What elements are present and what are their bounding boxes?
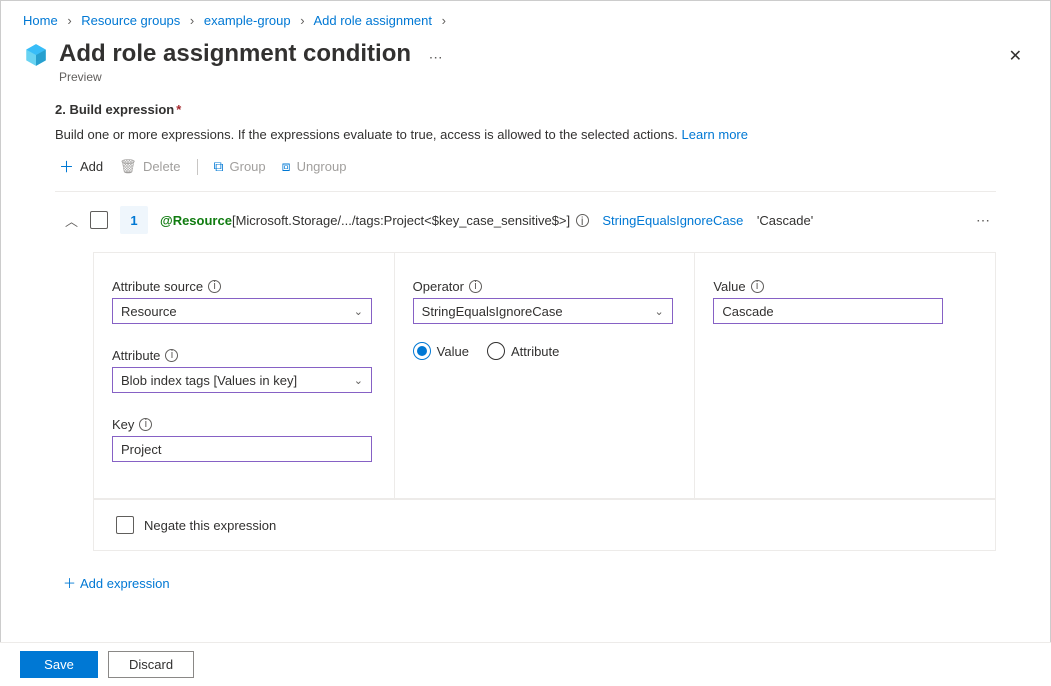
expression-resource-prefix: @Resource: [160, 213, 232, 228]
operator-label-text: Operator: [413, 279, 464, 294]
delete-label: Delete: [143, 159, 181, 174]
expression-editor: Attribute source i Resource ⌄ Attribute …: [93, 252, 996, 499]
expression-resource-path: [Microsoft.Storage/.../tags:Project<$key…: [232, 213, 570, 228]
negate-label: Negate this expression: [144, 518, 276, 533]
group-button[interactable]: ⧉ Group: [214, 158, 266, 175]
close-icon[interactable]: ✕: [1003, 42, 1028, 70]
chevron-down-icon: ⌄: [354, 374, 363, 387]
attribute-label-text: Attribute: [112, 348, 160, 363]
chevron-right-icon: ›: [442, 13, 446, 28]
footer: Save Discard: [0, 642, 1051, 686]
group-label: Group: [230, 159, 266, 174]
chevron-right-icon: ›: [190, 13, 194, 28]
breadcrumb: Home › Resource groups › example-group ›…: [1, 1, 1050, 36]
section-description: Build one or more expressions. If the ex…: [1, 121, 1050, 152]
section-description-text: Build one or more expressions. If the ex…: [55, 127, 678, 142]
radio-attribute[interactable]: Attribute: [487, 342, 559, 360]
expression-row: ︿ 1 @Resource[Microsoft.Storage/.../tags…: [1, 192, 1050, 244]
plus-icon: ＋: [59, 156, 74, 177]
radio-attribute-label: Attribute: [511, 344, 559, 359]
breadcrumb-item-add-role-assignment[interactable]: Add role assignment: [313, 13, 432, 28]
expression-toolbar: ＋ Add 🗑 Delete ⧉ Group ⧈ Ungroup: [1, 152, 1050, 185]
page-subtitle: Preview: [59, 70, 1003, 84]
operator-column: Operator i StringEqualsIgnoreCase ⌄ Valu…: [395, 253, 696, 498]
delete-button[interactable]: 🗑 Delete: [119, 158, 180, 175]
key-input[interactable]: Project: [112, 436, 372, 462]
add-expression-label: Add expression: [80, 576, 170, 591]
radio-value-label: Value: [437, 344, 469, 359]
operator-select[interactable]: StringEqualsIgnoreCase ⌄: [413, 298, 673, 324]
key-label-text: Key: [112, 417, 134, 432]
trash-icon: 🗑: [119, 158, 137, 175]
breadcrumb-item-resource-groups[interactable]: Resource groups: [81, 13, 180, 28]
chevron-down-icon: ⌄: [654, 305, 663, 318]
info-icon[interactable]: i: [208, 280, 221, 293]
attribute-value: Blob index tags [Values in key]: [121, 373, 297, 388]
attribute-label: Attribute i: [112, 348, 376, 363]
negate-expression-row: Negate this expression: [93, 499, 996, 551]
ungroup-button[interactable]: ⧈ Ungroup: [282, 158, 347, 175]
chevron-right-icon: ›: [67, 13, 71, 28]
value-value: Cascade: [722, 304, 773, 319]
key-label: Key i: [112, 417, 376, 432]
value-column: Value i Cascade: [695, 253, 995, 498]
key-value: Project: [121, 442, 161, 457]
page-header: Add role assignment condition ⋯ Preview …: [1, 36, 1050, 84]
operator-label: Operator i: [413, 279, 677, 294]
add-expression-button[interactable]: ＋ Add expression: [1, 551, 1050, 614]
attribute-source-label-text: Attribute source: [112, 279, 203, 294]
learn-more-link[interactable]: Learn more: [682, 127, 748, 142]
value-label: Value i: [713, 279, 977, 294]
save-button[interactable]: Save: [20, 651, 98, 678]
expression-operator: StringEqualsIgnoreCase: [602, 213, 743, 228]
expression-summary: @Resource[Microsoft.Storage/.../tags:Pro…: [160, 213, 813, 228]
operator-value: StringEqualsIgnoreCase: [422, 304, 563, 319]
breadcrumb-item-home[interactable]: Home: [23, 13, 58, 28]
info-icon[interactable]: i: [576, 214, 589, 227]
group-icon: ⧉: [214, 158, 224, 175]
expression-index: 1: [120, 206, 148, 234]
chevron-right-icon: ›: [300, 13, 304, 28]
section-title: 2. Build expression*: [1, 84, 1050, 121]
ungroup-label: Ungroup: [297, 159, 347, 174]
attribute-source-label: Attribute source i: [112, 279, 376, 294]
page-title: Add role assignment condition: [59, 40, 411, 68]
negate-checkbox[interactable]: [116, 516, 134, 534]
attribute-select[interactable]: Blob index tags [Values in key] ⌄: [112, 367, 372, 393]
more-icon[interactable]: ⋯: [429, 49, 443, 65]
attribute-column: Attribute source i Resource ⌄ Attribute …: [94, 253, 395, 498]
info-icon[interactable]: i: [469, 280, 482, 293]
breadcrumb-item-example-group[interactable]: example-group: [204, 13, 291, 28]
plus-icon: ＋: [63, 576, 76, 591]
cube-icon: [23, 42, 49, 68]
ungroup-icon: ⧈: [282, 158, 291, 175]
value-input[interactable]: Cascade: [713, 298, 943, 324]
expression-checkbox[interactable]: [90, 211, 108, 229]
expression-more-icon[interactable]: ⋯: [976, 212, 996, 229]
attribute-source-value: Resource: [121, 304, 177, 319]
info-icon[interactable]: i: [165, 349, 178, 362]
info-icon[interactable]: i: [139, 418, 152, 431]
section-title-text: 2. Build expression: [55, 102, 174, 117]
required-indicator: *: [176, 102, 181, 117]
value-label-text: Value: [713, 279, 745, 294]
radio-value[interactable]: Value: [413, 342, 469, 360]
add-label: Add: [80, 159, 103, 174]
compare-type-radio-group: Value Attribute: [413, 342, 677, 360]
expression-value: 'Cascade': [757, 213, 813, 228]
attribute-source-select[interactable]: Resource ⌄: [112, 298, 372, 324]
collapse-icon[interactable]: ︿: [65, 211, 78, 230]
toolbar-separator: [197, 159, 198, 175]
add-button[interactable]: ＋ Add: [59, 156, 103, 177]
chevron-down-icon: ⌄: [354, 305, 363, 318]
info-icon[interactable]: i: [751, 280, 764, 293]
discard-button[interactable]: Discard: [108, 651, 194, 678]
